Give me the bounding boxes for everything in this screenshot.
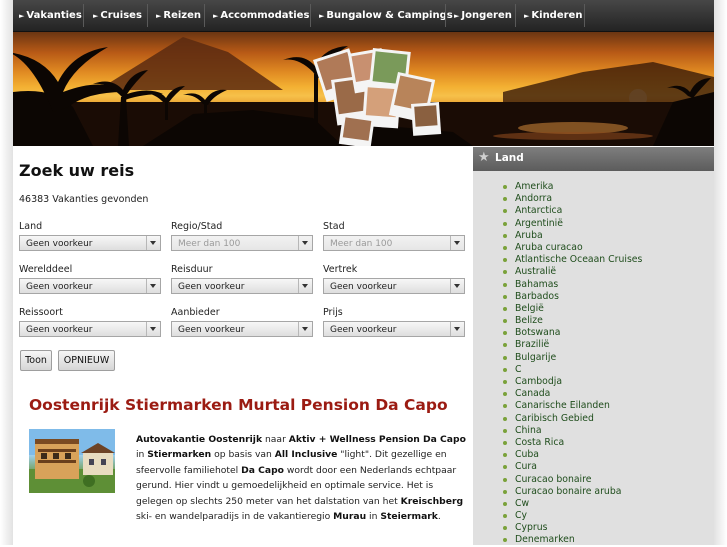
offer-thumbnail[interactable]: [29, 429, 115, 493]
triangle-right-icon: ►: [19, 12, 25, 20]
country-link[interactable]: Caribisch Gebied: [502, 413, 642, 425]
country-link[interactable]: Cyprus: [502, 522, 642, 534]
chevron-down-icon: [298, 236, 312, 250]
show-button[interactable]: Toon: [20, 350, 52, 371]
field-label-prijs: Prijs: [323, 307, 343, 318]
country-link[interactable]: Atlantische Oceaan Cruises: [502, 254, 642, 266]
header-banner: [13, 32, 714, 146]
country-link[interactable]: Amerika: [502, 181, 642, 193]
top-navigation: ► Vakanties ► Cruises ► Reizen ► Accommodati…: [13, 0, 714, 32]
nav-item-vakanties[interactable]: ► Vakanties: [19, 0, 82, 31]
nav-item-reizen[interactable]: ► Reizen: [156, 0, 201, 31]
field-label-stad: Stad: [323, 221, 345, 232]
nav-item-bungalow-campings[interactable]: ► Bungalow & Campings: [319, 0, 453, 31]
chevron-down-icon: [146, 322, 160, 336]
field-label-vertrek: Vertrek: [323, 264, 358, 275]
nav-item-jongeren[interactable]: ► Jongeren: [454, 0, 512, 31]
chevron-down-icon: [298, 322, 312, 336]
prijs-select[interactable]: Geen voorkeur: [323, 321, 465, 337]
hotel-photo: [29, 429, 115, 493]
country-link[interactable]: Curacao bonaire: [502, 474, 642, 486]
nav-separator: [515, 4, 516, 27]
country-link[interactable]: Belize: [502, 315, 642, 327]
field-label-aanbieder: Aanbieder: [171, 307, 220, 318]
triangle-right-icon: ►: [156, 12, 162, 20]
offer-title-link[interactable]: Oostenrijk Stiermarken Murtal Pension Da…: [29, 396, 448, 414]
chevron-down-icon: [450, 322, 464, 336]
nav-item-accommodaties[interactable]: ► Accommodaties: [213, 0, 309, 31]
country-link[interactable]: Cy: [502, 510, 642, 522]
result-count: 46383 Vakanties gevonden: [19, 194, 149, 205]
country-link[interactable]: Canarische Eilanden: [502, 400, 642, 412]
chevron-down-icon: [450, 279, 464, 293]
country-link[interactable]: Australië: [502, 266, 642, 278]
page-shadow-right: [714, 0, 727, 545]
field-label-werelddeel: Werelddeel: [19, 264, 73, 275]
country-link[interactable]: C: [502, 364, 642, 376]
country-link[interactable]: China: [502, 425, 642, 437]
country-link[interactable]: Andorra: [502, 193, 642, 205]
country-link[interactable]: Cambodja: [502, 376, 642, 388]
werelddeel-select[interactable]: Geen voorkeur: [19, 278, 161, 294]
sidebar-header: ★ Land: [473, 147, 714, 171]
page-shadow-left: [0, 0, 13, 545]
nav-separator: [83, 4, 84, 27]
country-link[interactable]: Cuba: [502, 449, 642, 461]
regio-stad-select[interactable]: Meer dan 100: [171, 235, 313, 251]
nav-separator: [584, 4, 585, 27]
nav-item-cruises[interactable]: ► Cruises: [93, 0, 142, 31]
offer-description: Autovakantie Oostenrijk naar Aktiv + Wel…: [136, 434, 466, 523]
star-icon: ★: [478, 150, 490, 165]
page: ► Vakanties ► Cruises ► Reizen ► Accommodati…: [13, 0, 714, 545]
country-link[interactable]: Curacao bonaire aruba: [502, 486, 642, 498]
stad-select[interactable]: Meer dan 100: [323, 235, 465, 251]
triangle-right-icon: ►: [213, 12, 219, 20]
country-link[interactable]: Cw: [502, 498, 642, 510]
country-link[interactable]: Botswana: [502, 327, 642, 339]
triangle-right-icon: ►: [524, 12, 530, 20]
country-link[interactable]: Argentinië: [502, 218, 642, 230]
reisduur-select[interactable]: Geen voorkeur: [171, 278, 313, 294]
country-link[interactable]: Brazilië: [502, 339, 642, 351]
sunset-landscape-illustration: [13, 37, 714, 146]
country-link[interactable]: Cura: [502, 461, 642, 473]
country-sidebar: ★ Land Amerika Andorra Antarctica Argentini…: [473, 147, 714, 545]
country-list: Amerika Andorra Antarctica Argentinië Aruba A…: [502, 181, 642, 547]
nav-separator: [204, 4, 205, 27]
reset-button[interactable]: OPNIEUW: [58, 350, 115, 371]
nav-separator: [310, 4, 311, 27]
field-label-reissoort: Reissoort: [19, 307, 63, 318]
chevron-down-icon: [146, 279, 160, 293]
main-content: Zoek uw reis 46383 Vakanties gevonden La…: [13, 147, 472, 545]
country-link[interactable]: Barbados: [502, 291, 642, 303]
nav-separator: [445, 4, 446, 27]
field-label-regio-stad: Regio/Stad: [171, 221, 223, 232]
nav-item-kinderen[interactable]: ► Kinderen: [524, 0, 582, 31]
field-label-reisduur: Reisduur: [171, 264, 213, 275]
chevron-down-icon: [298, 279, 312, 293]
country-link[interactable]: Aruba curacao: [502, 242, 642, 254]
country-link[interactable]: België: [502, 303, 642, 315]
triangle-right-icon: ►: [93, 12, 99, 20]
country-link[interactable]: Aruba: [502, 230, 642, 242]
country-link[interactable]: Costa Rica: [502, 437, 642, 449]
land-select[interactable]: Geen voorkeur: [19, 235, 161, 251]
triangle-right-icon: ►: [454, 12, 460, 20]
country-link[interactable]: Antarctica: [502, 205, 642, 217]
aanbieder-select[interactable]: Geen voorkeur: [171, 321, 313, 337]
country-link[interactable]: Bahamas: [502, 279, 642, 291]
nav-separator: [147, 4, 148, 27]
chevron-down-icon: [146, 236, 160, 250]
triangle-right-icon: ►: [319, 12, 325, 20]
sidebar-title: Land: [495, 152, 524, 164]
country-link[interactable]: Bulgarije: [502, 352, 642, 364]
reissoort-select[interactable]: Geen voorkeur: [19, 321, 161, 337]
country-link[interactable]: Canada: [502, 388, 642, 400]
page-title: Zoek uw reis: [19, 161, 135, 180]
chevron-down-icon: [450, 236, 464, 250]
field-label-land: Land: [19, 221, 43, 232]
vertrek-select[interactable]: Geen voorkeur: [323, 278, 465, 294]
